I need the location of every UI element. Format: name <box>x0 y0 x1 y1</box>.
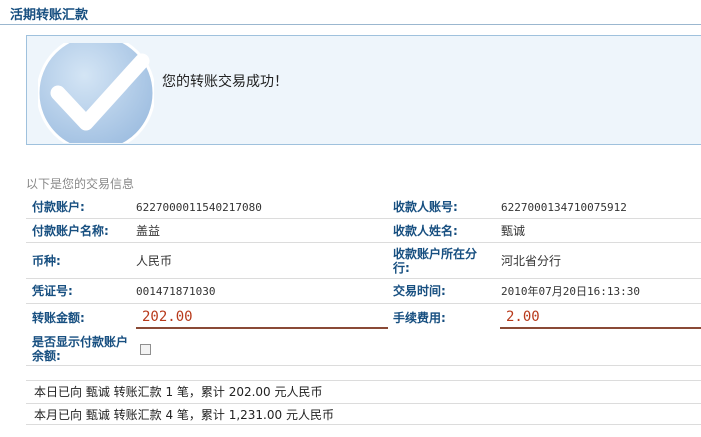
amount-value: 202.00 <box>136 307 388 329</box>
detail-row: 凭证号: 001471871030 交易时间: 2010年07月20日16:13… <box>26 279 701 304</box>
section-title: 以下是您的交易信息 <box>26 177 135 191</box>
success-message: 您的转账交易成功！ <box>162 74 288 90</box>
fee-value: 2.00 <box>500 307 701 329</box>
payee-name-value: 甄诚 <box>501 224 526 238</box>
summary-month: 本月已向 甄诚 转账汇款 4 笔，累计 1,231.00 元人民币 <box>26 403 701 425</box>
checkmark-icon <box>38 43 154 143</box>
voucher-value: 001471871030 <box>136 284 216 298</box>
currency-label: 币种: <box>32 253 61 268</box>
payee-account-value: 6227000134710075912 <box>501 200 627 214</box>
success-panel: 您的转账交易成功！ <box>26 35 701 145</box>
detail-row: 付款账户名称: 盖益 收款人姓名: 甄诚 <box>26 219 701 243</box>
page-title: 活期转账汇款 <box>10 8 89 23</box>
payee-branch-label: 收款账户所在分行: <box>393 246 478 275</box>
show-balance-checkbox[interactable] <box>140 343 151 355</box>
title-divider <box>0 24 701 25</box>
time-value: 2010年07月20日16:13:30 <box>501 285 640 298</box>
show-balance-label: 是否显示付款账户余额: <box>32 335 129 363</box>
payer-name-value: 盖益 <box>136 224 161 238</box>
amount-label: 转账金额: <box>32 311 85 325</box>
detail-row: 付款账户: 6227000011540217080 收款人账号: 6227000… <box>26 196 701 219</box>
time-label: 交易时间: <box>393 284 446 298</box>
payer-name-label: 付款账户名称: <box>32 223 109 238</box>
summary-today: 本日已向 甄诚 转账汇款 1 笔，累计 202.00 元人民币 <box>26 380 701 402</box>
payer-account-label: 付款账户: <box>32 200 85 214</box>
detail-row: 是否显示付款账户余额: <box>26 333 701 366</box>
voucher-label: 凭证号: <box>32 284 73 298</box>
fee-label: 手续费用: <box>393 311 446 325</box>
detail-row: 币种: 人民币 收款账户所在分行: 河北省分行 <box>26 243 701 279</box>
payer-account-value: 6227000011540217080 <box>136 200 262 214</box>
payee-branch-value: 河北省分行 <box>501 254 562 268</box>
payee-account-label: 收款人账号: <box>393 200 458 214</box>
payee-name-label: 收款人姓名: <box>393 223 458 238</box>
currency-value: 人民币 <box>136 254 173 268</box>
detail-row: 转账金额: 202.00 手续费用: 2.00 <box>26 304 701 332</box>
